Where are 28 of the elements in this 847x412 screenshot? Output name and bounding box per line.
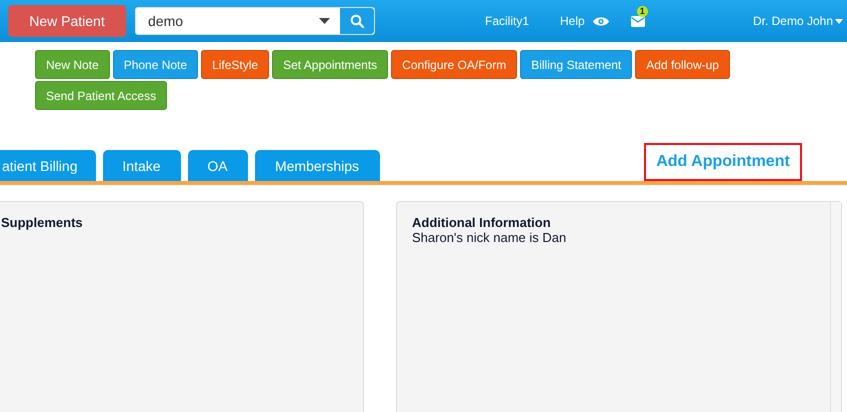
facility-link[interactable]: Facility1 xyxy=(485,14,530,28)
search-icon xyxy=(350,14,364,28)
action-button[interactable]: Send Patient Access xyxy=(35,81,168,110)
notification-badge: 1 xyxy=(636,6,648,16)
tab[interactable]: Intake xyxy=(102,150,180,181)
help-link[interactable]: Help xyxy=(560,14,585,28)
tab[interactable]: Memberships xyxy=(254,150,380,181)
action-button[interactable]: Phone Note xyxy=(112,50,198,79)
caret-icon[interactable] xyxy=(319,18,330,24)
eye-icon[interactable] xyxy=(592,16,609,26)
user-menu[interactable]: Dr. Demo John xyxy=(752,14,843,28)
action-button[interactable]: Configure OA/Form xyxy=(391,50,518,79)
new-patient-button[interactable]: New Patient xyxy=(8,5,126,37)
search-field[interactable]: demo xyxy=(135,7,375,35)
action-button[interactable]: Set Appointments xyxy=(272,50,388,79)
mail-icon[interactable] xyxy=(630,16,645,26)
action-button[interactable]: New Note xyxy=(35,50,110,79)
action-button[interactable]: Add follow-up xyxy=(635,50,730,79)
action-button[interactable]: Billing Statement xyxy=(520,50,632,79)
action-button[interactable]: LifeStyle xyxy=(201,50,270,79)
panel-title: Additional Information xyxy=(412,215,552,230)
search-button[interactable] xyxy=(340,8,374,34)
panel-title: Supplements xyxy=(1,215,84,230)
tab[interactable]: OA xyxy=(188,150,248,181)
add-appointment-link[interactable]: Add Appointment xyxy=(644,143,802,181)
caret-icon xyxy=(835,18,843,24)
panel-text: Sharon's nick name is Dan xyxy=(412,230,568,245)
tab[interactable]: atient Billing xyxy=(0,150,96,181)
